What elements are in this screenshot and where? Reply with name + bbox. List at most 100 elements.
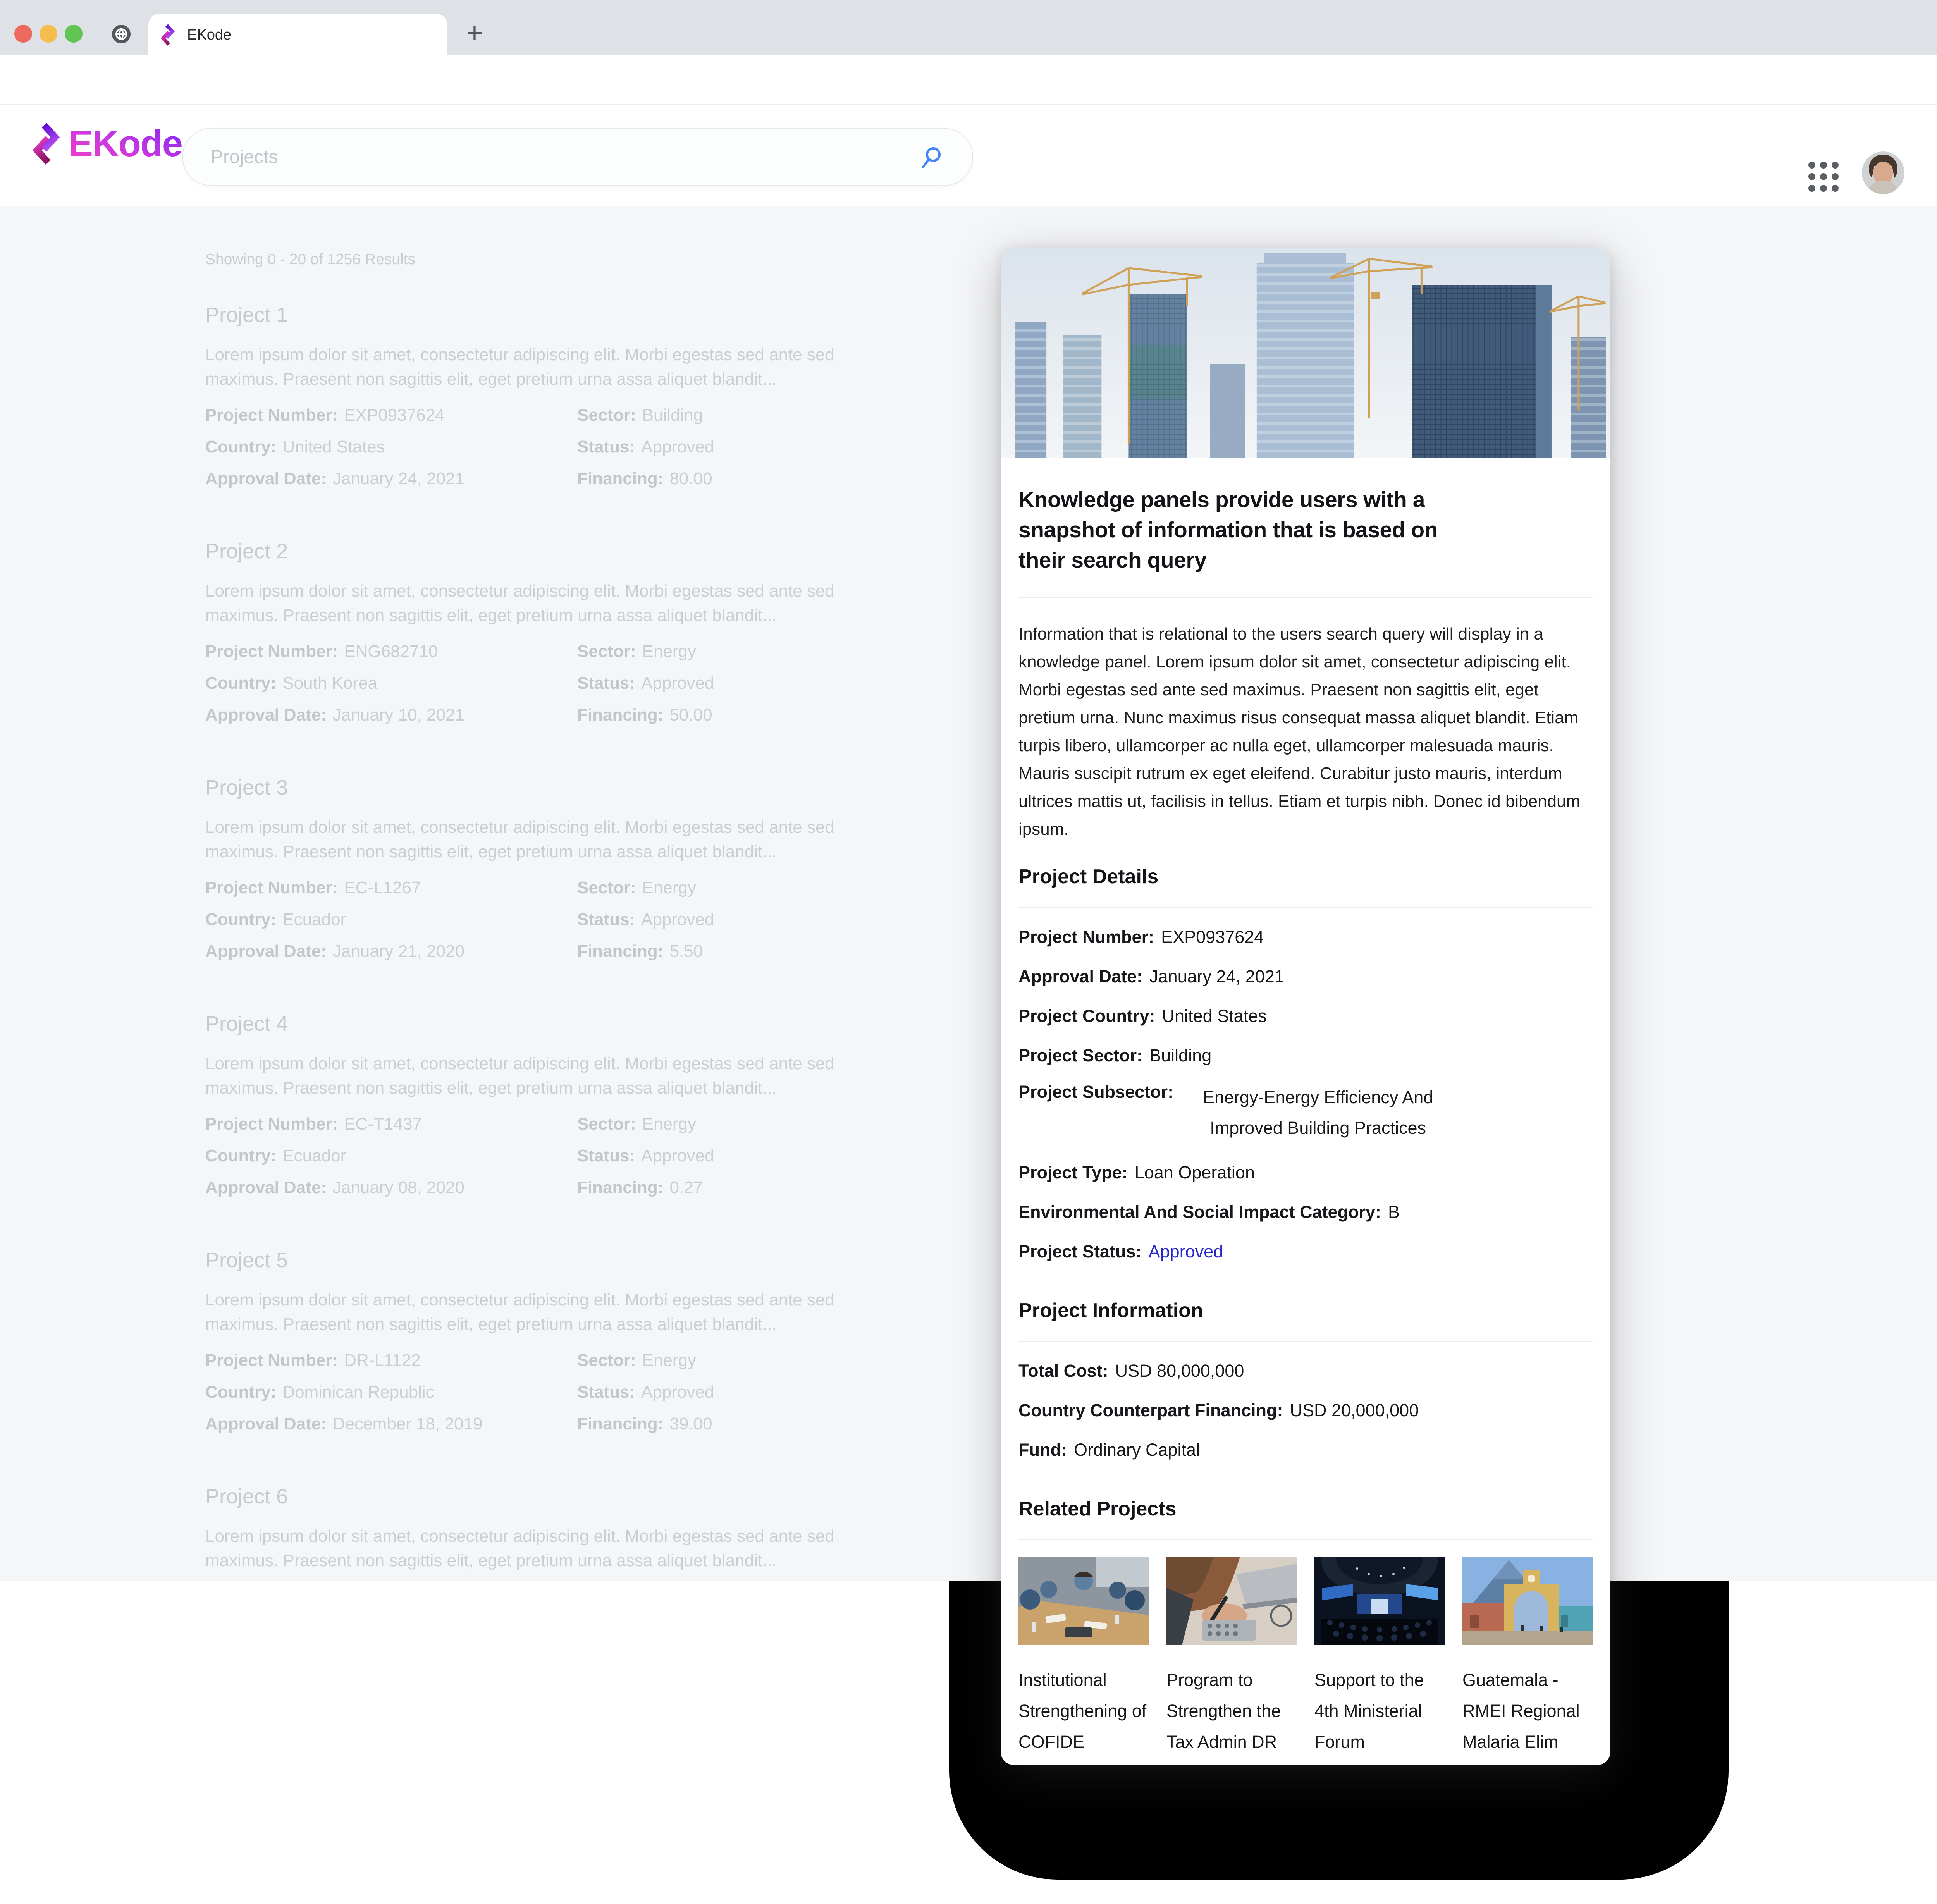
result-title[interactable]: Project 5 [205, 1248, 895, 1272]
detail-row: Project Type:Loan Operation [1018, 1163, 1593, 1183]
result-meta: Project Number:EC-L1267Sector:Energy Cou… [205, 878, 895, 960]
meta-status: Approved [641, 437, 714, 456]
related-project-thumbnail[interactable] [1462, 1557, 1593, 1645]
result-title[interactable]: Project 1 [205, 303, 895, 327]
new-tab-plus-icon[interactable] [463, 23, 486, 45]
meta-status: Approved [641, 1146, 714, 1165]
detail-row: Project Number:EXP0937624 [1018, 927, 1593, 947]
result-item[interactable]: Project 2 Lorem ipsum dolor sit amet, co… [205, 539, 895, 724]
meta-approval-date: January 24, 2021 [333, 469, 464, 488]
result-meta: Project Number:EC-T1437Sector:Energy Cou… [205, 1115, 895, 1197]
meta-financing: 5.50 [669, 942, 703, 961]
divider [1018, 1341, 1593, 1342]
meta-project-number: EC-T1437 [344, 1115, 422, 1133]
result-description: Lorem ipsum dolor sit amet, consectetur … [205, 1524, 887, 1573]
info-row: Total Cost:USD 80,000,000 [1018, 1361, 1593, 1381]
result-item[interactable]: Project 3 Lorem ipsum dolor sit amet, co… [205, 776, 895, 960]
result-title[interactable]: Project 3 [205, 776, 895, 800]
apps-grid-icon[interactable] [1808, 162, 1839, 192]
result-meta: Project Number:EXP0937624Sector:Building… [205, 406, 895, 488]
meta-country: United States [282, 437, 385, 456]
url-toolbar: https://www.ekode.com [0, 55, 1937, 105]
related-project-caption[interactable]: Guatemala - RMEI Regional Malaria Elim [1462, 1665, 1593, 1758]
result-meta: Project Number:ENG682710Sector:Energy Co… [205, 642, 895, 724]
meta-approval-date: January 21, 2020 [333, 942, 464, 961]
related-project-thumbnail[interactable] [1166, 1557, 1297, 1645]
related-project-card[interactable]: Guatemala - RMEI Regional Malaria Elim [1462, 1557, 1593, 1758]
meta-approval-date: December 18, 2019 [333, 1414, 482, 1433]
section-heading-details: Project Details [1018, 865, 1593, 888]
meta-financing: 80.00 [669, 469, 712, 488]
meta-approval-date: January 10, 2021 [333, 705, 464, 724]
divider [1018, 597, 1593, 598]
results-count: Showing 0 - 20 of 1256 Results [205, 251, 895, 268]
related-project-card[interactable]: Support to the 4th Ministerial Forum [1314, 1557, 1445, 1758]
account-avatar[interactable] [1862, 151, 1904, 194]
search-results-page: Showing 0 - 20 of 1256 Results Project 1… [0, 206, 1937, 1581]
status-link[interactable]: Approved [1149, 1242, 1223, 1261]
brand-logo[interactable]: EKode [31, 120, 182, 167]
traffic-light-minimize-icon[interactable] [40, 25, 57, 43]
browser-tab[interactable]: EKode [148, 14, 447, 55]
related-projects-grid: Institutional Strengthening of COFIDE [1018, 1557, 1593, 1758]
result-item[interactable]: Project 4 Lorem ipsum dolor sit amet, co… [205, 1012, 895, 1197]
result-description: Lorem ipsum dolor sit amet, consectetur … [205, 1288, 887, 1336]
meta-project-number: EC-L1267 [344, 878, 421, 897]
result-title[interactable]: Project 2 [205, 539, 895, 563]
meta-status: Approved [641, 674, 714, 693]
result-description: Lorem ipsum dolor sit amet, consectetur … [205, 579, 887, 628]
result-title[interactable]: Project 4 [205, 1012, 895, 1036]
related-project-card[interactable]: Institutional Strengthening of COFIDE [1018, 1557, 1149, 1758]
result-item[interactable]: Project 5 Lorem ipsum dolor sit amet, co… [205, 1248, 895, 1433]
search-icon[interactable] [920, 146, 943, 169]
result-title[interactable]: Project 6 [205, 1484, 895, 1508]
meta-sector: Energy [642, 1351, 696, 1370]
knowledge-panel: Knowledge panels provide users with a sn… [1001, 248, 1610, 1765]
related-project-caption[interactable]: Program to Strengthen the Tax Admin DR [1166, 1665, 1297, 1758]
knowledge-panel-body: Knowledge panels provide users with a sn… [1001, 485, 1610, 1765]
meta-sector: Energy [642, 642, 696, 661]
app-header: EKode Projects [0, 105, 1937, 206]
related-project-thumbnail[interactable] [1314, 1557, 1445, 1645]
meta-project-number: EXP0937624 [344, 406, 444, 425]
meta-country: Ecuador [282, 1146, 346, 1165]
tab-strip: EKode [0, 0, 1937, 55]
info-row: Country Counterpart Financing:USD 20,000… [1018, 1400, 1593, 1421]
meta-status: Approved [641, 1383, 714, 1402]
meta-sector: Energy [642, 1115, 696, 1133]
meta-financing: 39.00 [669, 1414, 712, 1433]
detail-row: Project Sector:Building [1018, 1046, 1593, 1066]
result-item[interactable]: Project 6 Lorem ipsum dolor sit amet, co… [205, 1484, 895, 1581]
related-project-caption[interactable]: Support to the 4th Ministerial Forum [1314, 1665, 1445, 1758]
results-list: Showing 0 - 20 of 1256 Results Project 1… [205, 206, 895, 1581]
search-input[interactable]: Projects [182, 128, 973, 186]
meta-country: Ecuador [282, 910, 346, 929]
meta-project-number: DR-L1122 [344, 1351, 420, 1370]
search-placeholder: Projects [211, 146, 278, 168]
meta-country: South Korea [282, 674, 377, 693]
detail-row-status: Project Status:Approved [1018, 1242, 1593, 1262]
result-meta: Project Number:DR-L1122Sector:Energy Cou… [205, 1351, 895, 1433]
result-description: Lorem ipsum dolor sit amet, consectetur … [205, 1051, 887, 1100]
detail-row: Project Subsector:Energy-Energy Efficien… [1018, 1082, 1593, 1143]
divider [1018, 907, 1593, 908]
related-project-card[interactable]: Program to Strengthen the Tax Admin DR [1166, 1557, 1297, 1758]
result-item[interactable]: Project 1 Lorem ipsum dolor sit amet, co… [205, 303, 895, 488]
globe-icon [112, 25, 131, 43]
info-row: Fund:Ordinary Capital [1018, 1440, 1593, 1460]
brand-wordmark: EKode [68, 122, 182, 165]
traffic-light-close-icon[interactable] [14, 25, 32, 43]
meta-country: Dominican Republic [282, 1383, 434, 1402]
meta-financing: 50.00 [669, 705, 712, 724]
related-project-thumbnail[interactable] [1018, 1557, 1149, 1645]
section-heading-related: Related Projects [1018, 1497, 1593, 1520]
meta-financing: 0.27 [669, 1178, 703, 1197]
traffic-light-zoom-icon[interactable] [65, 25, 83, 43]
browser-window: EKode https://www.ekode.com [0, 0, 1937, 1904]
meta-sector: Energy [642, 878, 696, 897]
panel-title: Knowledge panels provide users with a sn… [1018, 485, 1479, 575]
detail-row: Project Country:United States [1018, 1006, 1593, 1026]
divider [1018, 1539, 1593, 1540]
meta-status: Approved [641, 910, 714, 929]
related-project-caption[interactable]: Institutional Strengthening of COFIDE [1018, 1665, 1149, 1758]
